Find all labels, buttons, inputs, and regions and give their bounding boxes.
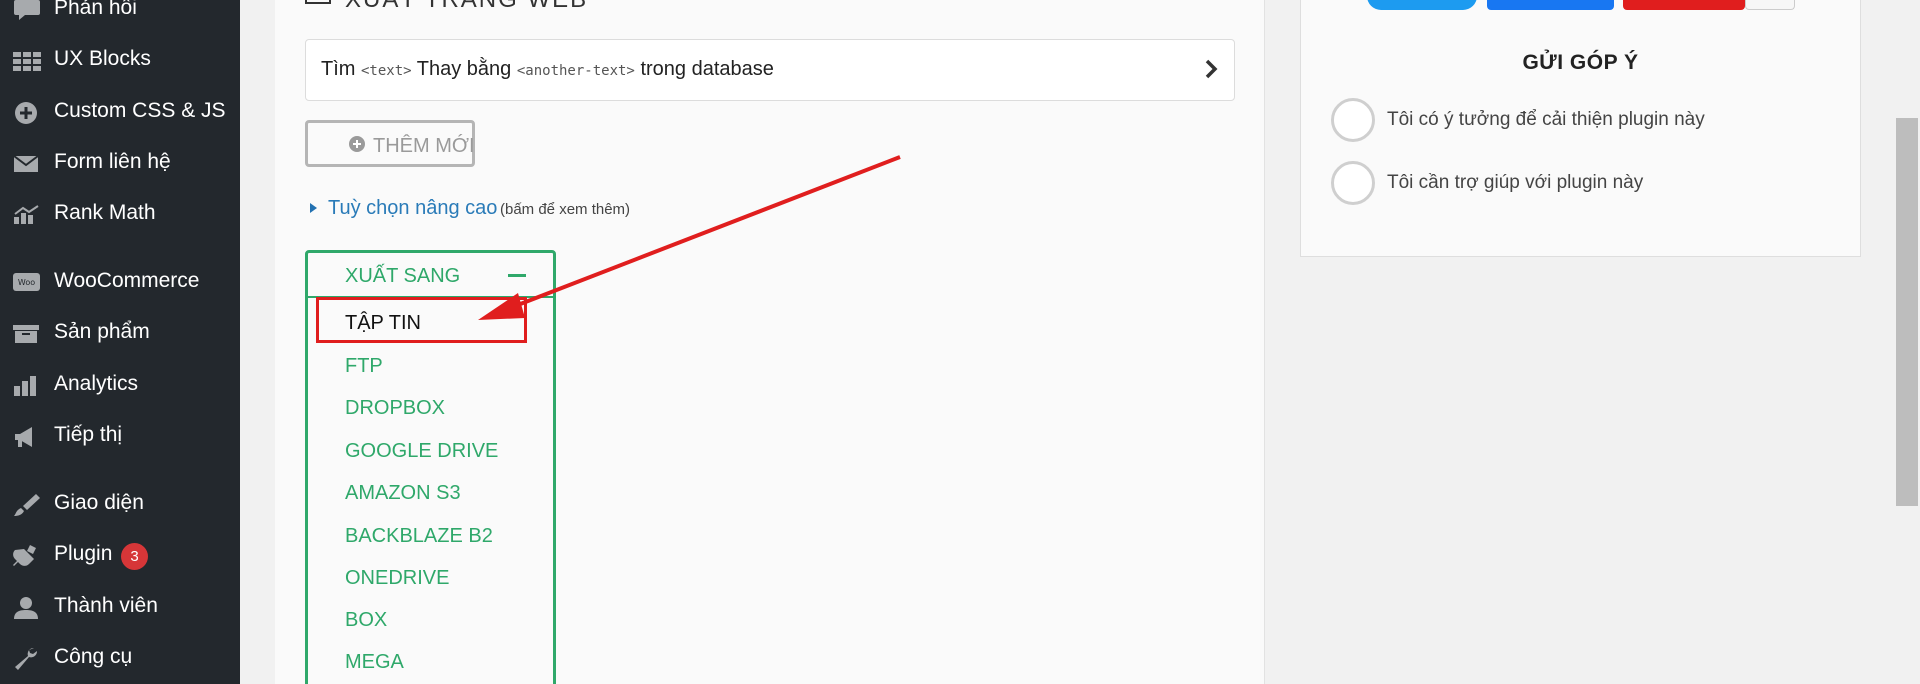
sidebar-item-label: WooCommerce [54,269,200,292]
replace-token: <another-text> [516,63,635,79]
export-option-mega[interactable]: MEGA [345,651,404,674]
sidebar-item-marketing[interactable]: Tiếp thị [0,415,240,455]
add-new-button-label: THÊM MỚI [373,135,475,157]
feedback-title: GỬI GÓP Ý [1522,51,1639,74]
export-panel-header[interactable]: XUẤT SANG [308,253,553,298]
export-destination-panel: XUẤT SANG TẬP TIN FTP DROPBOX GOOGLE DRI… [305,250,556,684]
annotation-highlight-box [316,297,527,343]
sidebar-item-analytics[interactable]: Analytics [0,364,240,404]
comment-icon [14,0,40,20]
sidebar-item-feedback[interactable]: Phản hồi [0,0,240,28]
subscriber-count-box [1745,0,1795,10]
sidebar-item-ux-blocks[interactable]: UX Blocks [0,39,240,79]
sidebar-item-label: Tiếp thị [54,423,123,446]
feedback-option-label: Tôi cần trợ giúp với plugin này [1387,172,1644,193]
update-count-badge: 3 [121,543,148,570]
add-new-button[interactable]: THÊM MỚI [305,120,475,167]
rule-prefix: Tìm [321,58,356,80]
chart-icon [14,205,39,224]
twitter-share-button[interactable] [1367,0,1477,10]
radio-button[interactable] [1331,98,1375,142]
woo-icon: Woo [13,273,40,291]
main-content: XUẤT TRANG WEB Tìm <text> Thay bằng <ano… [240,0,1265,684]
sidebar-item-users[interactable]: Thành viên [0,586,240,626]
radio-button[interactable] [1331,161,1375,205]
rule-suffix: trong database [640,58,774,80]
export-option-onedrive[interactable]: ONEDRIVE [345,567,449,590]
sidebar-item-label: Phản hồi [54,0,137,19]
triangle-right-icon [310,203,317,213]
feedback-option-label: Tôi có ý tưởng để cải thiện plugin này [1387,109,1705,130]
sidebar-item-label: Sản phẩm [54,320,150,343]
sidebar-item-label: Rank Math [54,201,156,224]
plugin-icon [13,545,36,566]
plus-circle-icon [15,102,37,124]
scrollbar-thumb[interactable] [1896,118,1918,506]
bar-chart-icon [14,376,36,396]
sidebar-item-label: Thành viên [54,594,158,617]
sidebar-item-products[interactable]: Sản phẩm [0,312,240,352]
export-option-ftp[interactable]: FTP [345,355,383,378]
export-panel-title: XUẤT SANG [345,265,461,287]
feedback-panel: GỬI GÓP Ý Tôi có ý tưởng để cải thiện pl… [1300,0,1861,257]
export-option-google-drive[interactable]: GOOGLE DRIVE [345,440,498,463]
youtube-subscribe-button[interactable] [1623,0,1745,10]
mail-icon [13,155,39,172]
sidebar-item-label: Custom CSS & JS [54,99,226,122]
rule-text: Tìm <text> Thay bằng <another-text> tron… [321,58,774,81]
sidebar-item-custom-css-js[interactable]: Custom CSS & JS [0,91,240,131]
sidebar-item-label: Form liên hệ [54,150,171,173]
monitor-icon [305,0,331,4]
feedback-option-idea[interactable]: Tôi có ý tưởng để cải thiện plugin này [1331,98,1831,144]
find-token: <text> [361,63,412,79]
export-option-backblaze-b2[interactable]: BACKBLAZE B2 [345,525,493,548]
sidebar-item-woocommerce[interactable]: Woo WooCommerce [0,261,240,301]
grid-icon [13,52,41,71]
megaphone-icon [15,427,32,447]
chevron-right-icon[interactable] [1200,58,1222,80]
plus-circle-icon [349,136,365,152]
export-option-amazon-s3[interactable]: AMAZON S3 [345,482,461,505]
paintbrush-icon [14,494,40,516]
archive-icon [13,325,39,343]
sidebar-item-label: Analytics [54,372,139,395]
sidebar-item-rank-math[interactable]: Rank Math [0,193,240,233]
sidebar-item-tools[interactable]: Công cụ [0,637,240,677]
rule-middle: Thay bằng [416,58,512,80]
sidebar-item-label: Giao diện [54,491,144,514]
sidebar-item-contact-form[interactable]: Form liên hệ [0,142,240,182]
feedback-option-help[interactable]: Tôi cần trợ giúp với plugin này [1331,161,1831,207]
sidebar-item-label: Plugin [54,542,113,565]
advanced-options-label: Tuỳ chọn nâng cao [328,197,498,219]
svg-text:Woo: Woo [18,278,35,287]
advanced-options-hint: (bấm để xem thêm) [500,201,631,218]
section-title: XUẤT TRANG WEB [345,0,588,14]
export-option-dropbox[interactable]: DROPBOX [345,397,445,420]
user-icon [14,597,38,619]
facebook-share-button[interactable] [1487,0,1614,10]
sidebar-item-appearance[interactable]: Giao diện [0,483,240,523]
search-replace-rule[interactable]: Tìm <text> Thay bằng <another-text> tron… [305,39,1235,101]
export-option-box[interactable]: BOX [345,609,387,632]
sidebar-item-label: Công cụ [54,645,133,668]
sidebar-item-plugins[interactable]: Plugin 3 [0,534,240,574]
admin-sidebar: Phản hồi UX Blocks Custom CSS & JS Form … [0,0,240,684]
sidebar-item-label: UX Blocks [54,47,151,70]
minus-icon[interactable] [508,274,526,277]
wrench-icon [15,647,38,670]
